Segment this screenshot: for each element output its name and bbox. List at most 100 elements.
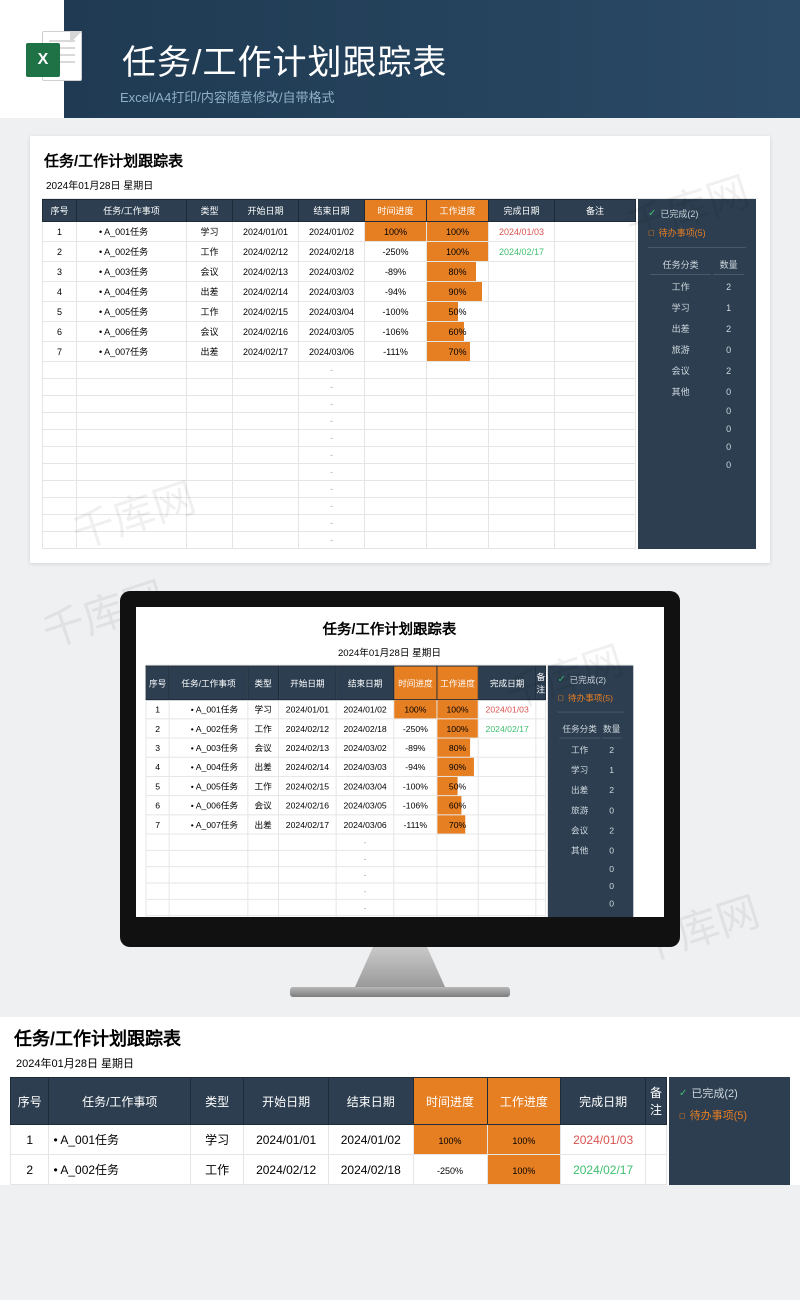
status-todo: ◻待办事项(5) [679, 1107, 780, 1123]
table-row[interactable]: 7A_007任务出差 2024/02/172024/03/06 -111% 70… [146, 815, 546, 834]
cat-head-name: 任务分类 [650, 258, 711, 275]
table-row[interactable]: 7A_007任务出差 2024/02/172024/03/06 -111% 70… [43, 342, 636, 362]
cat-row: 0 [650, 457, 744, 473]
table-row[interactable] [146, 883, 546, 899]
square-icon: ◻ [558, 693, 564, 702]
spreadsheet-preview-card: 千库网 千库网 任务/工作计划跟踪表 2024年01月28日 星期日 序号 任务… [30, 136, 770, 563]
sheet-date: 2024年01月28日 星期日 [10, 1053, 790, 1077]
table-row[interactable] [43, 498, 636, 515]
cat-row: 会议2 [560, 821, 622, 839]
col-done: 完成日期 [489, 200, 555, 222]
task-table[interactable]: 序号 任务/工作事项 类型 开始日期 结束日期 时间进度 工作进度 完成日期 备… [146, 666, 547, 917]
product-header: X 任务/工作计划跟踪表 Excel/A4打印/内容随意修改/自带格式 [0, 0, 800, 118]
table-row[interactable] [43, 396, 636, 413]
check-icon: ✓ [648, 208, 656, 219]
table-row[interactable] [146, 850, 546, 866]
status-done: ✓已完成(2) [558, 673, 624, 685]
category-table: 任务分类数量 工作2学习1出差2旅游0会议2其他00000 [558, 720, 624, 917]
cat-row: 0 [560, 879, 622, 894]
excel-file-icon: X [26, 31, 82, 87]
table-row[interactable] [43, 447, 636, 464]
cat-row: 其他0 [650, 382, 744, 401]
table-row[interactable]: 5A_005任务工作 2024/02/152024/03/04 -100% 50… [146, 776, 546, 795]
cat-row: 0 [560, 913, 622, 917]
col-end: 结束日期 [299, 200, 365, 222]
table-row[interactable]: 1A_001任务学习 2024/01/012024/01/02 100% 100… [43, 222, 636, 242]
table-row[interactable]: 4A_004任务出差 2024/02/142024/03/03 -94% 90% [146, 757, 546, 776]
cat-head-count: 数量 [602, 722, 622, 738]
col-end: 结束日期 [336, 666, 394, 700]
table-row[interactable]: 3A_003任务会议 2024/02/132024/03/02 -89% 80% [43, 262, 636, 282]
task-table[interactable]: 序号 任务/工作事项 类型 开始日期 结束日期 时间进度 工作进度 完成日期 备… [42, 199, 636, 549]
monitor-screen: 千库网 千库网 任务/工作计划跟踪表 2024年01月28日 星期日 序号 任务… [136, 607, 664, 917]
table-row[interactable] [43, 430, 636, 447]
cat-head-count: 数量 [713, 258, 744, 275]
check-icon: ✓ [558, 674, 566, 685]
col-work-prog: 工作进度 [427, 200, 489, 222]
product-subtitle: Excel/A4打印/内容随意修改/自带格式 [120, 87, 335, 106]
table-row[interactable] [146, 834, 546, 850]
table-row[interactable] [43, 464, 636, 481]
monitor-bezel: 千库网 千库网 任务/工作计划跟踪表 2024年01月28日 星期日 序号 任务… [120, 591, 680, 947]
col-type: 类型 [187, 200, 233, 222]
col-seq: 序号 [11, 1078, 49, 1125]
table-row[interactable]: 1A_001任务学习 2024/01/012024/01/02 100% 100… [146, 700, 546, 719]
product-title: 任务/工作计划跟踪表 [122, 35, 447, 84]
sheet-date: 2024年01月28日 星期日 [42, 175, 758, 199]
col-note: 备注 [555, 200, 636, 222]
cat-row: 其他0 [560, 841, 622, 859]
table-row[interactable]: 6A_006任务会议 2024/02/162024/03/05 -106% 60… [146, 796, 546, 815]
table-row[interactable]: 6A_006任务会议 2024/02/162024/03/05 -106% 60… [43, 322, 636, 342]
status-todo: ◻待办事项(5) [648, 226, 746, 239]
panel-divider [648, 247, 746, 248]
cat-row: 出差2 [650, 319, 744, 338]
cat-row: 0 [560, 896, 622, 911]
col-start: 开始日期 [233, 200, 299, 222]
table-row[interactable] [43, 515, 636, 532]
panel-divider [558, 712, 624, 713]
sheet-date: 2024年01月28日 星期日 [146, 643, 634, 666]
col-task: 任务/工作事项 [169, 666, 248, 700]
col-type: 类型 [191, 1078, 244, 1125]
monitor-base [290, 987, 510, 997]
table-row[interactable]: 2A_002任务工作 2024/02/122024/02/18 -250% 10… [43, 242, 636, 262]
table-header-row: 序号 任务/工作事项 类型 开始日期 结束日期 时间进度 工作进度 完成日期 备… [43, 200, 636, 222]
table-header-row: 序号 任务/工作事项 类型 开始日期 结束日期 时间进度 工作进度 完成日期 备… [146, 666, 546, 700]
table-row[interactable] [43, 362, 636, 379]
table-row[interactable]: 2A_002任务工作 2024/02/122024/02/18 -250% 10… [11, 1155, 667, 1185]
col-work-prog: 工作进度 [437, 666, 478, 700]
table-row[interactable] [43, 532, 636, 549]
status-done: ✓已完成(2) [648, 207, 746, 220]
table-row[interactable]: 5A_005任务工作 2024/02/152024/03/04 -100% 50… [43, 302, 636, 322]
cat-row: 会议2 [650, 361, 744, 380]
col-note: 备注 [645, 1078, 666, 1125]
summary-panel: ✓已完成(2) ◻待办事项(5) 任务分类数量 工作2学习1出差2旅游0会议2其… [548, 666, 633, 917]
square-icon: ◻ [648, 228, 655, 237]
table-row[interactable] [146, 916, 546, 917]
table-row[interactable] [43, 481, 636, 498]
table-row[interactable] [43, 379, 636, 396]
status-done: ✓已完成(2) [679, 1085, 780, 1101]
table-row[interactable] [43, 413, 636, 430]
square-icon: ◻ [679, 1111, 686, 1120]
cat-row: 0 [650, 403, 744, 419]
table-row[interactable]: 2A_002任务工作 2024/02/122024/02/18 -250% 10… [146, 719, 546, 738]
cat-head-name: 任务分类 [560, 722, 600, 738]
table-header-row: 序号 任务/工作事项 类型 开始日期 结束日期 时间进度 工作进度 完成日期 备… [11, 1078, 667, 1125]
cat-row: 旅游0 [650, 340, 744, 359]
sheet-title: 任务/工作计划跟踪表 [42, 146, 758, 175]
col-start: 开始日期 [279, 666, 337, 700]
table-row[interactable] [146, 867, 546, 883]
table-body-snippet: 1A_001任务学习 2024/01/012024/01/02 100% 100… [11, 1125, 667, 1185]
sheet-title: 任务/工作计划跟踪表 [146, 615, 634, 643]
task-table-snippet[interactable]: 序号 任务/工作事项 类型 开始日期 结束日期 时间进度 工作进度 完成日期 备… [10, 1077, 667, 1185]
col-seq: 序号 [43, 200, 77, 222]
col-seq: 序号 [146, 666, 169, 700]
col-type: 类型 [248, 666, 279, 700]
table-row[interactable]: 1A_001任务学习 2024/01/012024/01/02 100% 100… [11, 1125, 667, 1155]
table-row[interactable]: 3A_003任务会议 2024/02/132024/03/02 -89% 80% [146, 738, 546, 757]
table-row[interactable] [146, 899, 546, 915]
table-row[interactable]: 4A_004任务出差 2024/02/142024/03/03 -94% 90% [43, 282, 636, 302]
spreadsheet-snippet: 任务/工作计划跟踪表 2024年01月28日 星期日 序号 任务/工作事项 类型… [0, 1017, 800, 1185]
cat-row: 工作2 [650, 277, 744, 296]
